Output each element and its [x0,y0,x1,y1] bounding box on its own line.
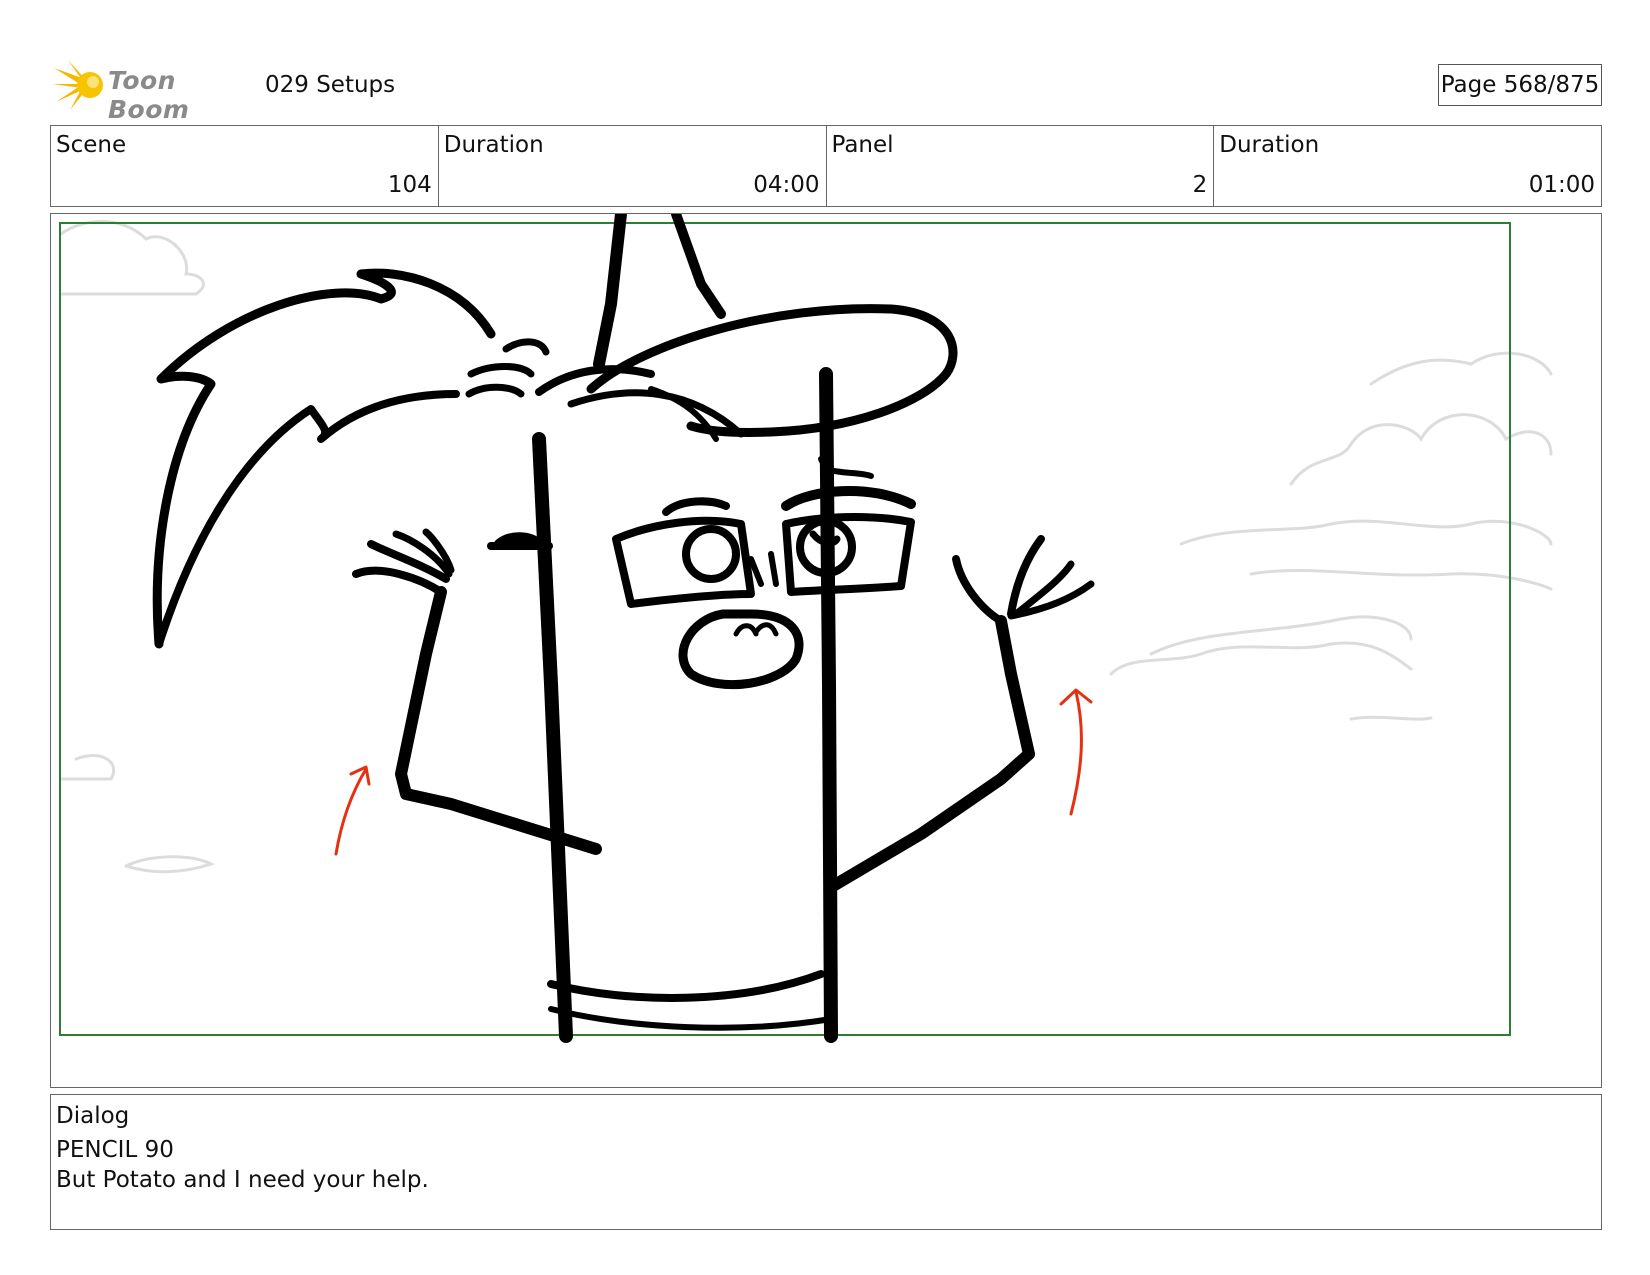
panel-duration-value: 01:00 [1528,172,1595,198]
motion-arrows [334,688,1093,856]
scene-cell: Scene 104 [51,126,439,206]
project-title: 029 Setups [265,72,396,98]
panel-cell: Panel 2 [827,126,1215,206]
scene-info-table: Scene 104 Duration 04:00 Panel 2 Duratio… [50,125,1602,207]
scene-duration-value: 04:00 [753,172,820,198]
scene-value: 104 [387,172,432,198]
pencil-character [152,214,1095,1043]
scene-duration-label: Duration [443,132,544,158]
scene-duration-cell: Duration 04:00 [439,126,827,206]
dialog-line: But Potato and I need your help. [56,1167,429,1193]
toon-boom-logo: Toon Boom [52,56,242,124]
dialog-box: Dialog PENCIL 90 But Potato and I need y… [50,1094,1602,1230]
panel-drawing [59,214,1553,1043]
panel-label: Panel [831,132,894,158]
page-indicator: Page 568/875 [1438,64,1602,106]
safe-frame [59,222,1511,1036]
panel-duration-label: Duration [1219,132,1320,158]
scene-label: Scene [56,132,127,158]
logo-text: Toon Boom [108,66,190,124]
storyboard-panel [50,213,1602,1088]
panel-duration-cell: Duration 01:00 [1214,126,1601,206]
starburst-icon [52,60,103,110]
dialog-speaker: PENCIL 90 [56,1137,174,1163]
background-clouds [59,220,1553,874]
panel-value: 2 [1192,172,1208,198]
dialog-label: Dialog [56,1103,130,1129]
